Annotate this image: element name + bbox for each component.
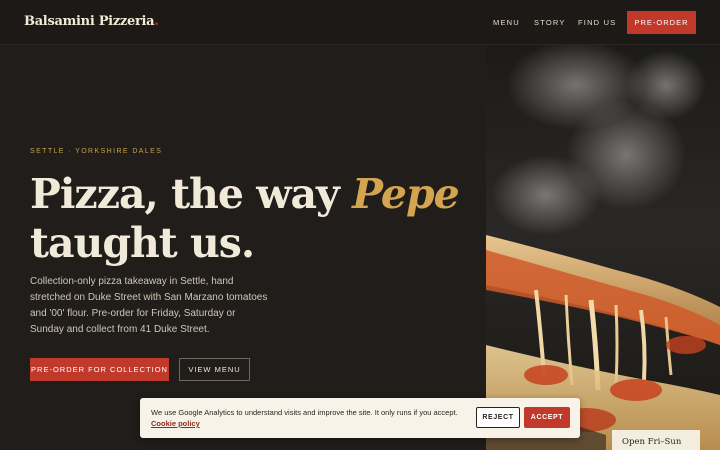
cookie-reject-button[interactable]: REJECT: [476, 407, 520, 428]
logo-dot: .: [154, 14, 159, 29]
hero-eyebrow: SETTLE · YORKSHIRE DALES: [30, 148, 163, 155]
logo[interactable]: Balsamini Pizzeria.: [24, 14, 159, 29]
cookie-message: We use Google Analytics to understand vi…: [151, 408, 458, 417]
cookie-banner: We use Google Analytics to understand vi…: [140, 398, 580, 438]
opening-hours-title: Open Fri–Sun: [622, 437, 682, 447]
view-menu-button[interactable]: VIEW MENU: [179, 358, 250, 381]
hero-lead: Collection-only pizza takeaway in Settle…: [30, 276, 268, 335]
pre-order-collection-button[interactable]: PRE-ORDER FOR COLLECTION: [30, 358, 169, 381]
nav-story-link[interactable]: STORY: [534, 18, 566, 27]
hero-headline: Pizza, the way Pepe taught us.: [30, 170, 460, 268]
headline-part2: taught us.: [30, 219, 255, 267]
nav-find-us-link[interactable]: FIND US: [578, 18, 616, 27]
header-pre-order-button[interactable]: PRE-ORDER: [627, 11, 696, 34]
opening-hours-card: Open Fri–Sun: [612, 430, 700, 450]
cookie-policy-link[interactable]: Cookie policy: [151, 419, 200, 428]
cookie-accept-button[interactable]: ACCEPT: [524, 407, 570, 428]
hero-pizza-photo: [486, 45, 720, 450]
nav-menu-link[interactable]: MENU: [493, 18, 520, 27]
site-header: Balsamini Pizzeria. MENU STORY FIND US P…: [0, 0, 720, 45]
headline-part1: Pizza, the way: [30, 170, 353, 218]
logo-text[interactable]: Balsamini Pizzeria: [24, 14, 155, 29]
headline-accent: Pepe: [352, 170, 460, 218]
